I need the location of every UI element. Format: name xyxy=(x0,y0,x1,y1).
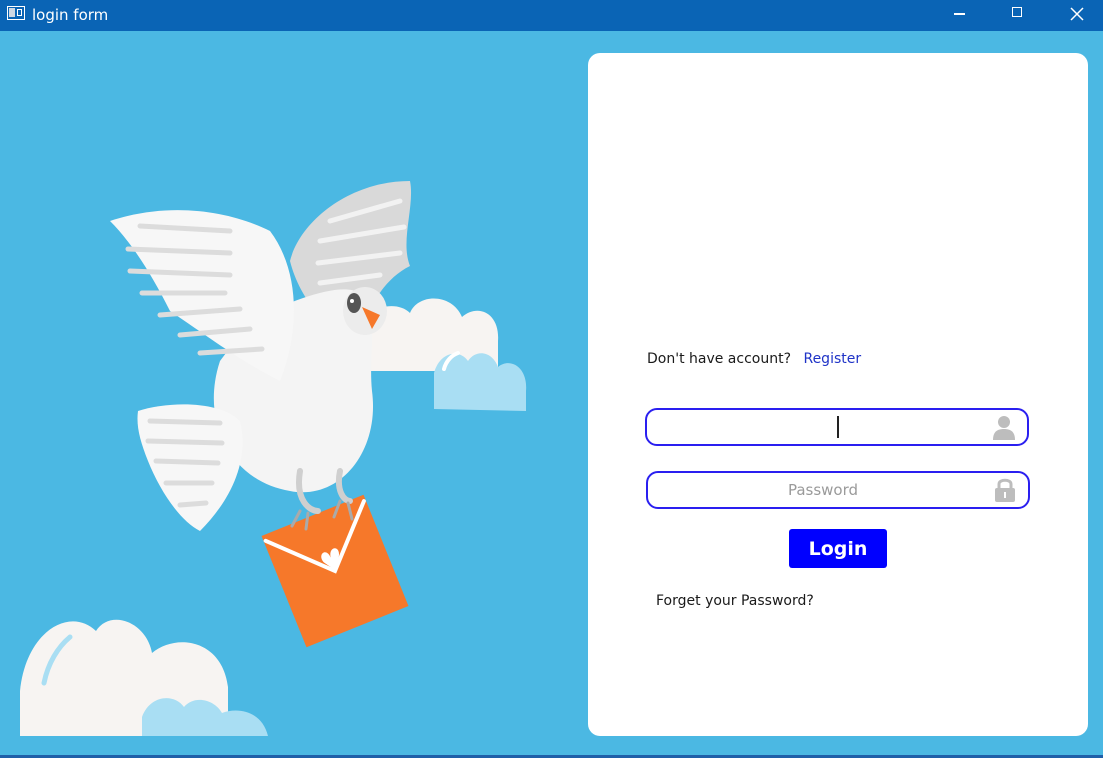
dove-illustration xyxy=(20,181,527,736)
minimize-button[interactable] xyxy=(931,0,989,31)
password-field[interactable] xyxy=(646,471,1030,509)
forgot-password-link[interactable]: Forget your Password? xyxy=(656,593,814,609)
text-caret xyxy=(837,416,839,438)
lock-icon xyxy=(995,478,1015,502)
username-input[interactable] xyxy=(657,410,987,444)
login-button[interactable]: Login xyxy=(789,529,887,568)
login-card: Don't have account? Register Login Forge… xyxy=(588,53,1088,736)
maximize-button[interactable] xyxy=(989,0,1047,31)
username-field[interactable] xyxy=(645,408,1029,446)
register-row: Don't have account? Register xyxy=(647,351,861,367)
password-input[interactable] xyxy=(658,473,988,507)
close-icon xyxy=(1070,7,1084,21)
title-bar: login form xyxy=(0,0,1103,31)
user-icon xyxy=(993,416,1015,440)
register-prompt: Don't have account? xyxy=(647,351,792,367)
app-icon xyxy=(7,6,25,20)
close-button[interactable] xyxy=(1047,0,1103,31)
window-title: login form xyxy=(32,6,109,24)
register-link[interactable]: Register xyxy=(803,351,861,367)
